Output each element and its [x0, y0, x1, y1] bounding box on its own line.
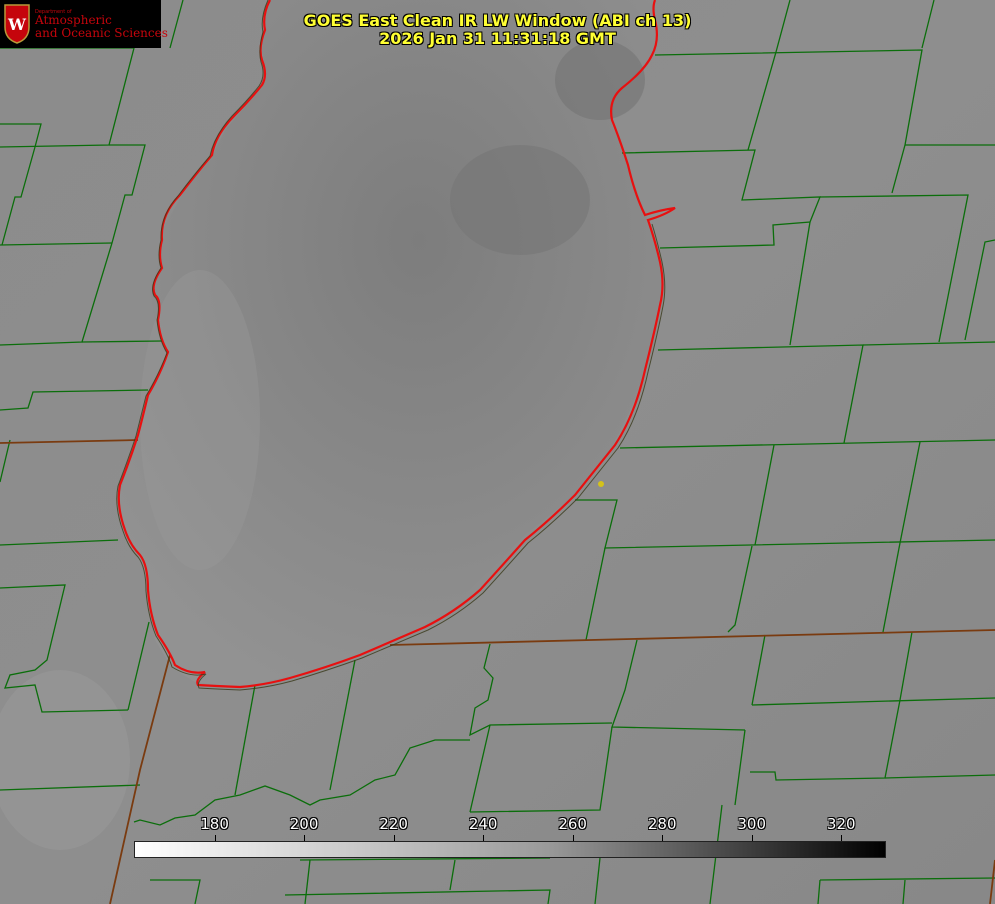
- cloud-patch: [450, 145, 590, 255]
- temperature-colorbar: [134, 841, 886, 858]
- satellite-map-viewer: W Department of Atmospheric and Oceanic …: [0, 0, 995, 904]
- ir-imagery-map: [0, 0, 995, 904]
- image-timestamp: 2026 Jan 31 11:31:18 GMT: [379, 29, 616, 48]
- image-title: GOES East Clean IR LW Window (ABI ch 13): [303, 11, 692, 30]
- station-dot: [598, 481, 604, 487]
